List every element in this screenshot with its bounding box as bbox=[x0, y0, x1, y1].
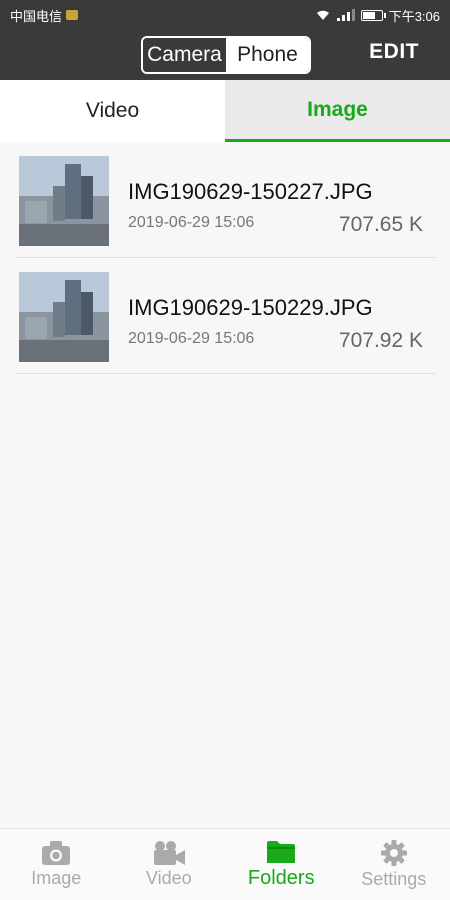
signal-icon bbox=[336, 9, 355, 21]
tab-image[interactable]: Image bbox=[225, 80, 450, 142]
camera-icon bbox=[42, 841, 71, 865]
wifi-icon bbox=[316, 10, 329, 20]
bottom-nav: Image Video Folders Settings bbox=[0, 828, 450, 900]
nav-settings[interactable]: Settings bbox=[338, 829, 450, 900]
file-size: 707.92 K bbox=[338, 329, 423, 352]
nav-folders[interactable]: Folders bbox=[225, 829, 338, 900]
file-size: 707.65 K bbox=[338, 213, 423, 236]
folder-icon bbox=[267, 841, 296, 863]
list-item[interactable]: IMG190629-150229.JPG 2019-06-29 15:06 70… bbox=[15, 258, 435, 374]
nav-video-label: Video bbox=[145, 868, 192, 888]
nav-folders-label: Folders bbox=[247, 867, 315, 889]
file-date: 2019-06-29 15:06 bbox=[128, 214, 255, 231]
file-name: IMG190629-150229.JPG bbox=[128, 295, 373, 320]
segment-camera[interactable]: Camera bbox=[143, 38, 226, 72]
video-camera-icon bbox=[153, 841, 185, 865]
nav-video[interactable]: Video bbox=[113, 829, 226, 900]
file-name: IMG190629-150227.JPG bbox=[128, 179, 373, 204]
segment-phone[interactable]: Phone bbox=[226, 38, 309, 72]
file-date: 2019-06-29 15:06 bbox=[128, 330, 255, 347]
media-tabs: Video Image bbox=[0, 80, 450, 142]
thumbnail-image bbox=[19, 156, 109, 246]
nav-settings-label: Settings bbox=[361, 869, 427, 889]
top-bar: Camera Phone EDIT bbox=[0, 30, 450, 80]
gear-icon bbox=[380, 840, 407, 866]
thumbnail-image bbox=[19, 272, 109, 362]
sim-icon bbox=[66, 10, 79, 20]
carrier-label: 中国电信 bbox=[10, 8, 63, 24]
battery-icon bbox=[360, 9, 386, 21]
status-bar: 中国电信 下午3:06 bbox=[0, 0, 450, 30]
status-left: 中国电信 bbox=[10, 6, 79, 25]
file-list: IMG190629-150227.JPG 2019-06-29 15:06 70… bbox=[0, 142, 450, 374]
nav-image-label: Image bbox=[31, 868, 82, 888]
tab-video[interactable]: Video bbox=[0, 80, 225, 142]
edit-button[interactable]: EDIT bbox=[369, 40, 419, 64]
nav-image[interactable]: Image bbox=[0, 829, 113, 900]
source-segmented-control: Camera Phone bbox=[141, 36, 311, 74]
list-item[interactable]: IMG190629-150227.JPG 2019-06-29 15:06 70… bbox=[15, 142, 435, 258]
clock: 下午3:06 bbox=[388, 8, 440, 24]
status-right: 下午3:06 bbox=[315, 6, 440, 25]
